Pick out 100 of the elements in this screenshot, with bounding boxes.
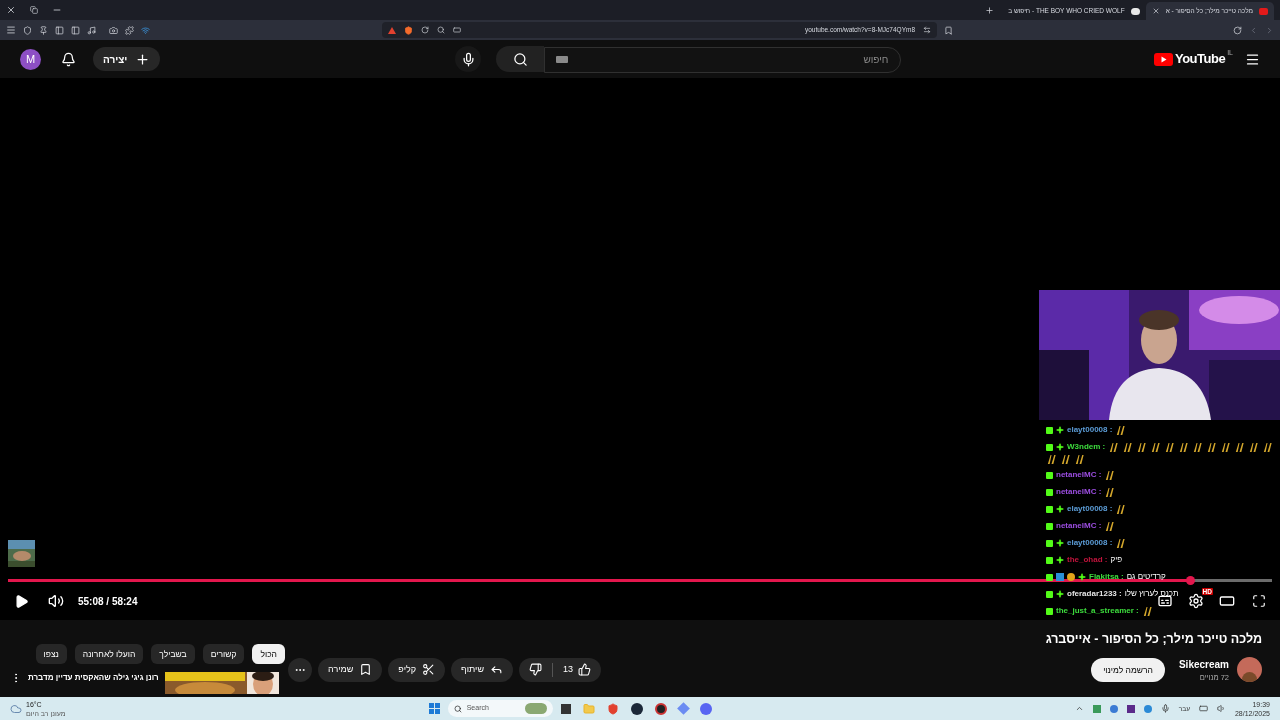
close-icon[interactable] <box>6 5 16 15</box>
close-icon[interactable] <box>1151 7 1160 15</box>
chat-username: W3ndem : <box>1067 441 1106 453</box>
start-icon[interactable] <box>428 703 440 714</box>
emote-icon <box>1104 486 1116 498</box>
channel-avatar[interactable] <box>1237 657 1262 683</box>
play-logo-icon <box>1153 52 1173 66</box>
microphone-icon <box>460 51 476 67</box>
channel-name[interactable]: Sikecream <box>1178 656 1229 672</box>
chat-username: Flakitsa : <box>1089 571 1124 583</box>
chat-username: the_just_a_streamer : <box>1056 605 1139 617</box>
play-button[interactable] <box>14 593 29 609</box>
music-icon[interactable] <box>87 25 96 35</box>
emote-icon <box>1220 441 1232 453</box>
emote-icon <box>1122 441 1134 453</box>
emote-icon <box>1206 441 1218 453</box>
chat-username: netanelMC : <box>1056 520 1102 532</box>
zoom-icon[interactable] <box>437 26 445 34</box>
clip-button[interactable]: קליפ <box>388 657 446 682</box>
bookmark-icon <box>359 663 373 677</box>
pin-icon[interactable] <box>39 25 48 35</box>
share-button[interactable]: שיתוף <box>451 657 513 682</box>
search-field[interactable]: חיפוש <box>544 46 902 73</box>
recommended-title[interactable]: רונן גיגי גילה שהאקסית עדיין מדברת <box>28 672 159 684</box>
sparkle-icon <box>1056 539 1064 547</box>
like-count[interactable]: 13 <box>563 663 573 677</box>
keyboard-icon[interactable] <box>556 56 569 63</box>
scissors-icon <box>422 663 436 677</box>
new-tab-icon[interactable] <box>985 5 995 15</box>
sparkle-icon <box>1056 443 1064 451</box>
panel-icon[interactable] <box>55 25 64 35</box>
progress-handle[interactable] <box>1185 576 1195 585</box>
avatar[interactable]: M <box>20 48 41 70</box>
chat-username: the_ohad : <box>1067 554 1108 566</box>
chat-message: תכנס לערוץ שלו <box>1124 588 1179 600</box>
emote-icon <box>1104 520 1116 532</box>
sparkle-icon <box>1056 556 1064 564</box>
microphone-icon[interactable] <box>1160 704 1170 713</box>
emote-icon <box>1248 441 1260 453</box>
shield-icon[interactable] <box>23 25 32 35</box>
video-title: מלכה טייכר מילר; כל הסיפור - אייסברג <box>1044 631 1262 648</box>
filter-chip[interactable]: הועלו לאחרונה <box>74 644 144 664</box>
brave-rewards-icon[interactable] <box>388 26 396 34</box>
chat-username: oferadar1233 : <box>1067 588 1122 600</box>
emote-icon <box>1074 454 1085 465</box>
speaker-icon[interactable] <box>1216 704 1226 713</box>
sparkle-icon <box>1056 426 1064 434</box>
chat-username: netanelMC : <box>1056 469 1102 481</box>
emote-icon <box>1108 441 1120 453</box>
theater-mode-icon[interactable] <box>1219 593 1235 609</box>
time-display: 55:08 / 58:24 <box>78 594 138 609</box>
settings-icon[interactable] <box>1188 593 1204 609</box>
reload-icon[interactable] <box>1233 25 1242 35</box>
emote-icon <box>1164 441 1176 453</box>
filter-chip[interactable]: נצפו <box>35 644 67 664</box>
emote-icon <box>1150 441 1162 453</box>
create-button[interactable]: יצירה <box>93 47 161 71</box>
emote-icon <box>1136 441 1148 453</box>
restore-icon[interactable] <box>30 6 38 14</box>
bookmark-icon[interactable] <box>944 25 953 35</box>
emote-icon <box>1046 454 1057 465</box>
screenshot-icon[interactable] <box>109 25 118 35</box>
emote-icon <box>1115 537 1127 549</box>
dislike-icon[interactable] <box>529 663 542 677</box>
translate-icon[interactable] <box>923 26 931 34</box>
volume-icon[interactable] <box>48 593 64 609</box>
menu-icon[interactable] <box>1245 51 1260 67</box>
sparkle-icon <box>1078 573 1086 581</box>
voice-search-button[interactable] <box>455 46 482 72</box>
sidebar-icon[interactable] <box>71 25 80 35</box>
chat-username: elayt00008 : <box>1067 503 1113 515</box>
tray-expand-icon[interactable] <box>1074 704 1084 713</box>
save-button[interactable]: שמירה <box>318 657 383 682</box>
filter-chip[interactable]: קשורים <box>202 644 245 664</box>
chat-username: elayt00008 : <box>1067 537 1113 549</box>
logo-text: YouTube <box>1174 50 1226 69</box>
sparkle-icon <box>1056 505 1064 513</box>
emote-icon <box>1115 424 1127 436</box>
search-button[interactable] <box>496 46 545 72</box>
like-icon[interactable] <box>578 663 591 677</box>
filter-chip[interactable]: הכול <box>252 644 285 664</box>
brave-shield-icon[interactable] <box>404 25 413 35</box>
chat-username: elayt00008 : <box>1067 424 1113 436</box>
broadcast-icon[interactable] <box>141 25 150 35</box>
emote-icon <box>1115 503 1127 515</box>
chat-message: פיק <box>1110 554 1123 566</box>
monitor-icon[interactable] <box>1198 704 1208 713</box>
notifications-icon[interactable] <box>61 51 76 67</box>
sparkle-icon <box>1056 590 1064 598</box>
emote-icon <box>1262 441 1274 453</box>
filter-chip[interactable]: בשבילך <box>151 644 195 664</box>
emote-icon <box>1178 441 1190 453</box>
extensions-icon[interactable] <box>125 25 134 35</box>
weather-icon[interactable] <box>10 702 22 715</box>
subscribe-button[interactable]: הרשמה למינוי <box>1091 657 1165 682</box>
emote-icon <box>1141 605 1153 617</box>
fullscreen-icon[interactable] <box>1252 594 1266 608</box>
plus-icon <box>135 51 151 67</box>
search-icon <box>453 704 462 713</box>
chat-message: קרדיטים גם <box>1126 571 1166 583</box>
